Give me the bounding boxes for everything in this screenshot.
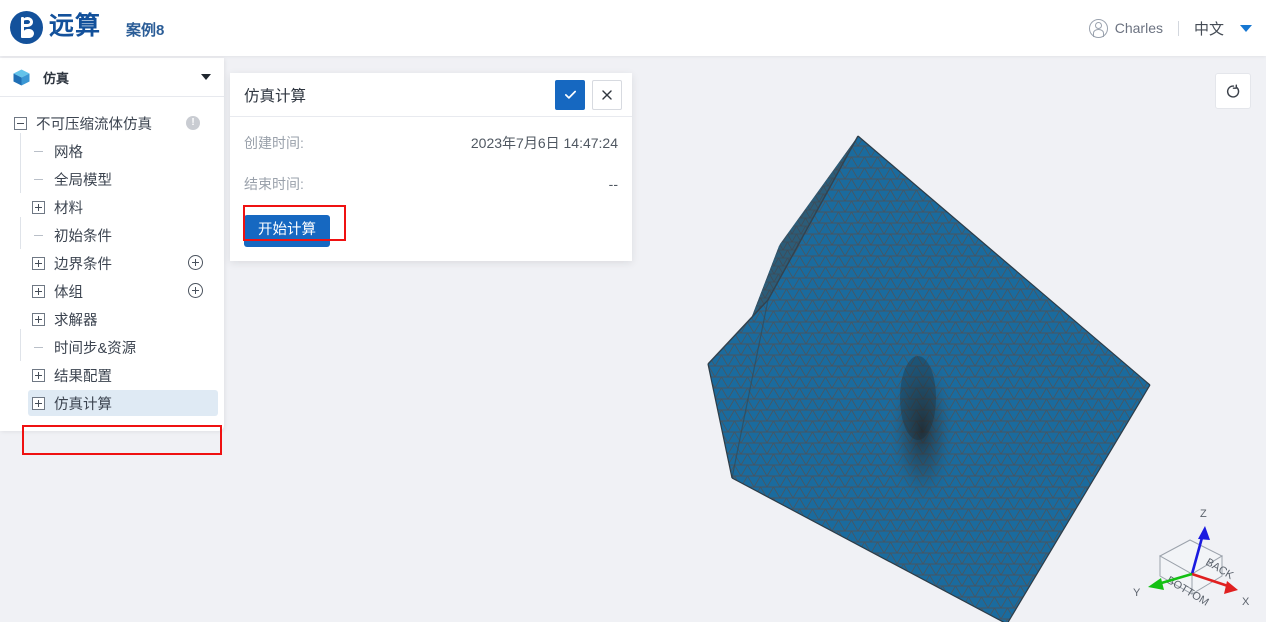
add-circle-icon[interactable]: [188, 255, 203, 270]
expand-plus-icon[interactable]: [32, 256, 45, 270]
sidebar-header[interactable]: 仿真: [0, 58, 224, 97]
tree-item-label: 初始条件: [54, 228, 112, 245]
tree-leaf-icon: [32, 341, 45, 354]
cube-icon: [12, 68, 31, 87]
company-logo-icon: [10, 11, 43, 44]
axis-label-y: Y: [1133, 587, 1141, 599]
tree-item-label: 全局模型: [54, 172, 112, 189]
dialog-body: 创建时间: 2023年7月6日 14:47:24 结束时间: -- 开始计算: [230, 117, 632, 261]
check-icon: [564, 90, 576, 99]
chevron-down-icon[interactable]: [1240, 24, 1252, 32]
tree-item-simulation-run[interactable]: 仿真计算: [0, 389, 224, 417]
user-name: Charles: [1114, 20, 1163, 36]
end-time-label: 结束时间:: [244, 176, 304, 192]
tree-item-label: 仿真计算: [54, 396, 112, 413]
created-time-row: 创建时间: 2023年7月6日 14:47:24: [244, 133, 618, 153]
user-menu[interactable]: Charles: [1088, 18, 1163, 38]
tree-item-label: 体组: [54, 284, 83, 301]
chevron-down-icon[interactable]: [201, 74, 211, 80]
tree-item-material[interactable]: 材料: [0, 193, 224, 221]
tree-item-solver[interactable]: 求解器: [0, 305, 224, 333]
case-title: 案例8: [126, 22, 165, 39]
tree-item-volume-group[interactable]: 体组: [0, 277, 224, 305]
confirm-button[interactable]: [555, 79, 585, 110]
simulation-run-dialog: 仿真计算 创建时间: 2023年7月6日 14:47:24 结束时间: -- 开…: [230, 73, 632, 261]
tree-leaf-icon: [32, 229, 45, 242]
rotate-reset-icon: [1226, 83, 1239, 98]
dialog-header: 仿真计算: [230, 73, 632, 117]
expand-plus-icon[interactable]: [32, 368, 45, 382]
top-bar-right: Charles 中文: [1088, 0, 1252, 56]
tree-leaf-icon: [32, 145, 45, 158]
dialog-title: 仿真计算: [244, 87, 307, 105]
start-calculation-button[interactable]: 开始计算: [244, 215, 330, 247]
close-icon: [602, 89, 612, 100]
expand-plus-icon[interactable]: [32, 396, 45, 410]
tree-item-label: 时间步&资源: [54, 340, 137, 357]
tree-item-label: 结果配置: [54, 368, 112, 385]
tree-item-boundary-conditions[interactable]: 边界条件: [0, 249, 224, 277]
end-time-value: --: [608, 176, 618, 192]
user-circle-icon: [1088, 18, 1108, 38]
tree-item-initial-conditions[interactable]: 初始条件: [0, 217, 224, 249]
collapse-minus-icon[interactable]: [14, 116, 27, 130]
cancel-button[interactable]: [592, 79, 622, 110]
cube-face-back-label: BACK: [1203, 556, 1235, 582]
tree-item-timestep-resource[interactable]: 时间步&资源: [0, 329, 224, 361]
language-label[interactable]: 中文: [1194, 18, 1224, 39]
brand[interactable]: 远算: [10, 11, 101, 44]
tree-item-mesh[interactable]: 网格: [0, 133, 224, 165]
add-circle-icon[interactable]: [188, 283, 203, 298]
created-time-value: 2023年7月6日 14:47:24: [470, 135, 618, 151]
tree-item-label: 材料: [54, 200, 83, 217]
tree-guide-line: [20, 217, 21, 249]
tree-item-incompressible-flow[interactable]: 不可压缩流体仿真 !: [0, 109, 224, 137]
tree-item-label: 不可压缩流体仿真: [36, 116, 152, 133]
tree-item-global-model[interactable]: 全局模型: [0, 161, 224, 193]
tree-guide-line: [20, 329, 21, 361]
divider: [1177, 20, 1179, 36]
top-bar: 远算 案例8 Charles 中文: [0, 0, 1266, 56]
reset-view-button[interactable]: [1215, 73, 1251, 109]
tree-guide-line: [20, 161, 21, 193]
axis-label-z: Z: [1200, 508, 1207, 520]
simulation-tree: 不可压缩流体仿真 ! 网格 全局模型 材料 初始条件 边界条件 体组 求解器 时…: [0, 97, 224, 417]
brand-name: 远算: [49, 12, 102, 40]
tree-item-label: 网格: [54, 144, 83, 161]
end-time-row: 结束时间: --: [244, 174, 618, 194]
tree-leaf-icon: [32, 173, 45, 186]
warning-icon[interactable]: !: [186, 116, 200, 130]
axis-orientation-gizmo[interactable]: BACK BOTTOM Z X Y: [1128, 498, 1258, 616]
created-time-label: 创建时间:: [244, 135, 304, 151]
cube-face-bottom-label: BOTTOM: [1164, 574, 1210, 608]
expand-plus-icon[interactable]: [32, 284, 45, 298]
expand-plus-icon[interactable]: [32, 312, 45, 326]
axis-label-x: X: [1242, 596, 1250, 608]
sidebar-header-label: 仿真: [43, 70, 70, 86]
tree-item-label: 边界条件: [54, 256, 112, 273]
tree-item-result-config[interactable]: 结果配置: [0, 361, 224, 389]
sidebar-panel: 仿真 不可压缩流体仿真 ! 网格 全局模型 材料 初始条件 边界条件 体组 求解…: [0, 58, 224, 431]
tree-item-label: 求解器: [54, 312, 98, 329]
expand-plus-icon[interactable]: [32, 200, 45, 214]
